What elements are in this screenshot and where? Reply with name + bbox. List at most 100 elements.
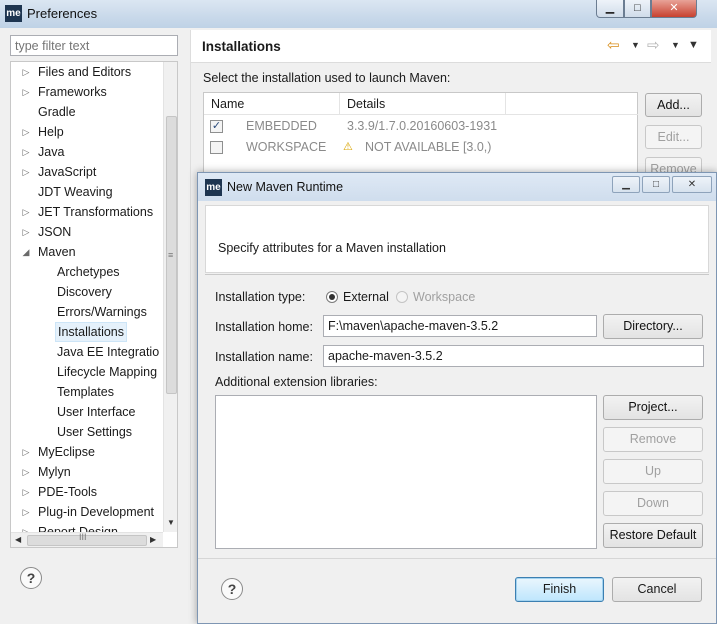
expand-icon[interactable]: ▷	[20, 62, 32, 82]
installation-home-label: Installation home:	[215, 320, 313, 334]
footer-divider	[198, 558, 716, 559]
tree-item-label: Lifecycle Mapping	[57, 365, 158, 379]
tree-item-label: User Settings	[57, 425, 133, 439]
dialog-minimize-button[interactable]: ▁	[612, 176, 640, 193]
page-title: Installations	[202, 39, 281, 54]
tree-item-label: Files and Editors	[38, 65, 132, 79]
table-row[interactable]: WORKSPACE ⚠ NOT AVAILABLE [3.0,)	[204, 137, 637, 158]
back-dropdown-icon[interactable]: ▼	[631, 40, 640, 50]
tree-vertical-scrollbar[interactable]: ≡ ▼	[163, 62, 177, 532]
installation-name-label: Installation name:	[215, 350, 313, 364]
expand-icon[interactable]: ▷	[20, 442, 32, 462]
workspace-radio-label[interactable]: Workspace	[413, 290, 475, 304]
installation-name-field[interactable]: apache-maven-3.5.2	[323, 345, 704, 367]
new-maven-runtime-dialog: me New Maven Runtime ▁ □ ✕ Specify attri…	[197, 172, 717, 624]
installation-home-field[interactable]: F:\maven\apache-maven-3.5.2	[323, 315, 597, 337]
back-arrow-icon[interactable]: ⇦	[607, 36, 620, 54]
directory-button[interactable]: Directory...	[603, 314, 703, 339]
close-icon: ✕	[687, 179, 697, 190]
workspace-radio[interactable]	[396, 291, 408, 303]
dialog-banner: Specify attributes for a Maven installat…	[205, 205, 709, 273]
scroll-left-icon[interactable]: ◀	[15, 535, 21, 544]
row-details: NOT AVAILABLE [3.0,)	[365, 140, 492, 154]
external-radio[interactable]	[326, 291, 338, 303]
expand-icon[interactable]: ▷	[20, 222, 32, 242]
column-header-name[interactable]: Name	[204, 93, 340, 115]
forward-arrow-icon[interactable]: ⇨	[647, 36, 660, 54]
collapse-icon[interactable]: ◢	[20, 242, 32, 262]
expand-icon[interactable]: ▷	[20, 482, 32, 502]
edit-button[interactable]: Edit...	[645, 125, 702, 149]
up-button[interactable]: Up	[603, 459, 703, 484]
down-button[interactable]: Down	[603, 491, 703, 516]
title-bar: me Preferences ▁ □ ✕	[0, 0, 717, 28]
maximize-button[interactable]: □	[624, 0, 651, 18]
tree-item-label: Archetypes	[57, 265, 120, 279]
dialog-title: New Maven Runtime	[227, 180, 344, 194]
tree-item-label: JET Transformations	[38, 205, 154, 219]
table-row[interactable]: ✓ EMBEDDED 3.3.9/1.7.0.20160603-1931	[204, 116, 637, 137]
app-logo-icon: me	[5, 5, 22, 22]
scroll-down-icon[interactable]: ▼	[167, 518, 175, 527]
tree-item-label: JavaScript	[38, 165, 97, 179]
row-checkbox[interactable]: ✓	[210, 120, 223, 133]
view-menu-icon[interactable]: ▼	[688, 39, 699, 51]
maximize-icon: □	[652, 179, 660, 190]
external-radio-label[interactable]: External	[343, 290, 389, 304]
tree-item-label: JSON	[38, 225, 72, 239]
filter-input[interactable]	[10, 35, 178, 56]
close-button[interactable]: ✕	[651, 0, 697, 18]
tree-horizontal-scrollbar[interactable]: ◀ III ▶	[11, 532, 163, 547]
tree-item-label: Installations	[55, 322, 128, 342]
expand-icon[interactable]: ▷	[20, 142, 32, 162]
cancel-button[interactable]: Cancel	[612, 577, 702, 602]
tree-item-label: MyEclipse	[38, 445, 95, 459]
window-title: Preferences	[27, 6, 98, 21]
restore-default-button[interactable]: Restore Default	[603, 523, 703, 548]
add-button[interactable]: Add...	[645, 93, 702, 117]
help-icon[interactable]: ?	[221, 578, 243, 600]
installation-type-label: Installation type:	[215, 290, 306, 304]
dialog-close-button[interactable]: ✕	[672, 176, 712, 193]
pane-header: Installations ⇦ ▼ ⇨ ▼ ▼	[191, 30, 711, 63]
dialog-maximize-button[interactable]: □	[642, 176, 670, 193]
tree-item-label: Frameworks	[38, 85, 107, 99]
tree-item-label: JDT Weaving	[38, 185, 113, 199]
scroll-grip-icon: ≡	[168, 250, 174, 260]
extension-libraries-list[interactable]	[215, 395, 597, 549]
tree-item-label: Java	[38, 145, 65, 159]
expand-icon[interactable]: ▷	[20, 202, 32, 222]
minimize-icon: ▁	[605, 2, 615, 14]
project-button[interactable]: Project...	[603, 395, 703, 420]
expand-icon[interactable]: ▷	[20, 462, 32, 482]
tree-item-label: PDE-Tools	[38, 485, 98, 499]
expand-icon[interactable]: ▷	[20, 162, 32, 182]
row-details: 3.3.9/1.7.0.20160603-1931	[347, 119, 498, 133]
app-logo-icon: me	[205, 179, 222, 196]
help-icon[interactable]: ?	[20, 567, 42, 589]
tree-item-label: Help	[38, 125, 64, 139]
remove-library-button[interactable]: Remove	[603, 427, 703, 452]
tree-item-label: User Interface	[57, 405, 136, 419]
tree-item-label: Gradle	[38, 105, 76, 119]
extension-libraries-label: Additional extension libraries:	[215, 375, 378, 389]
minimize-icon: ▁	[622, 179, 630, 190]
column-header-details[interactable]: Details	[340, 93, 506, 115]
expand-icon[interactable]: ▷	[20, 502, 32, 522]
warning-icon: ⚠	[343, 141, 353, 153]
tree-item-label: Discovery	[57, 285, 112, 299]
row-name: WORKSPACE	[246, 140, 327, 154]
minimize-button[interactable]: ▁	[596, 0, 624, 18]
scroll-right-icon[interactable]: ▶	[150, 535, 156, 544]
finish-button[interactable]: Finish	[515, 577, 604, 602]
preferences-tree[interactable]: ▷ Files and Editors ▷ Frameworks Gradle ▷ Help…	[10, 61, 178, 548]
row-checkbox[interactable]	[210, 141, 223, 154]
expand-icon[interactable]: ▷	[20, 82, 32, 102]
tree-item-label: Errors/Warnings	[57, 305, 147, 319]
installations-table: Name Details ✓ EMBEDDED 3.3.9/1.7.0.2016…	[203, 92, 638, 177]
expand-icon[interactable]: ▷	[20, 122, 32, 142]
forward-dropdown-icon[interactable]: ▼	[671, 40, 680, 50]
tree-item-label: Templates	[57, 385, 114, 399]
dialog-message: Specify attributes for a Maven installat…	[218, 241, 446, 255]
hscroll-thumb[interactable]	[27, 535, 147, 546]
